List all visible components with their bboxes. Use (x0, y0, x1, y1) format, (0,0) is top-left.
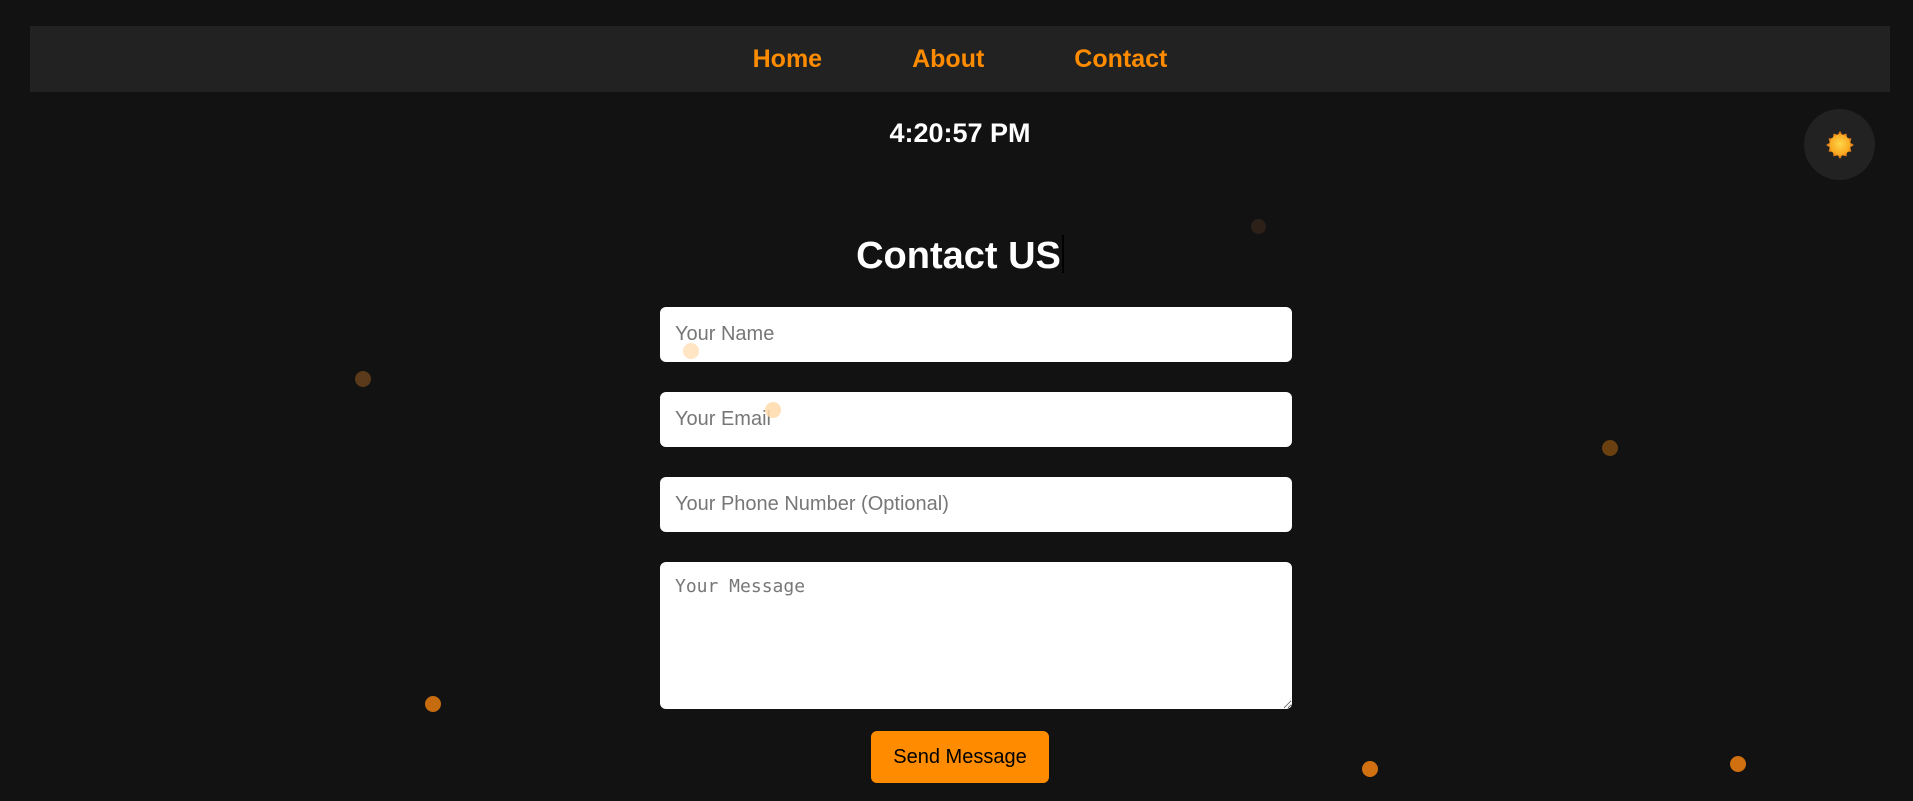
particle (1251, 219, 1266, 234)
phone-input[interactable] (660, 477, 1292, 532)
particle (355, 371, 371, 387)
send-message-button[interactable]: Send Message (871, 731, 1049, 783)
text-caret (1061, 235, 1064, 274)
particle (683, 343, 699, 359)
top-navbar: Home About Contact (30, 26, 1890, 92)
contact-page: Home About Contact 4:20:57 PM Contact US… (0, 0, 1913, 801)
email-input[interactable] (660, 392, 1292, 447)
particle (1602, 440, 1618, 456)
page-title-text: Contact US (856, 235, 1061, 278)
particle (765, 402, 781, 418)
particle (425, 696, 441, 712)
clock-display: 4:20:57 PM (889, 118, 1031, 148)
theme-toggle-button[interactable] (1804, 109, 1875, 180)
nav-link-home[interactable]: Home (753, 45, 822, 74)
page-title: Contact US (0, 235, 1913, 278)
name-input[interactable] (660, 307, 1292, 362)
particle (1362, 761, 1378, 777)
nav-link-contact[interactable]: Contact (1074, 45, 1167, 74)
particle (1730, 756, 1746, 772)
nav-link-about[interactable]: About (912, 45, 984, 74)
sun-icon (1825, 130, 1854, 159)
message-textarea[interactable] (660, 562, 1292, 709)
